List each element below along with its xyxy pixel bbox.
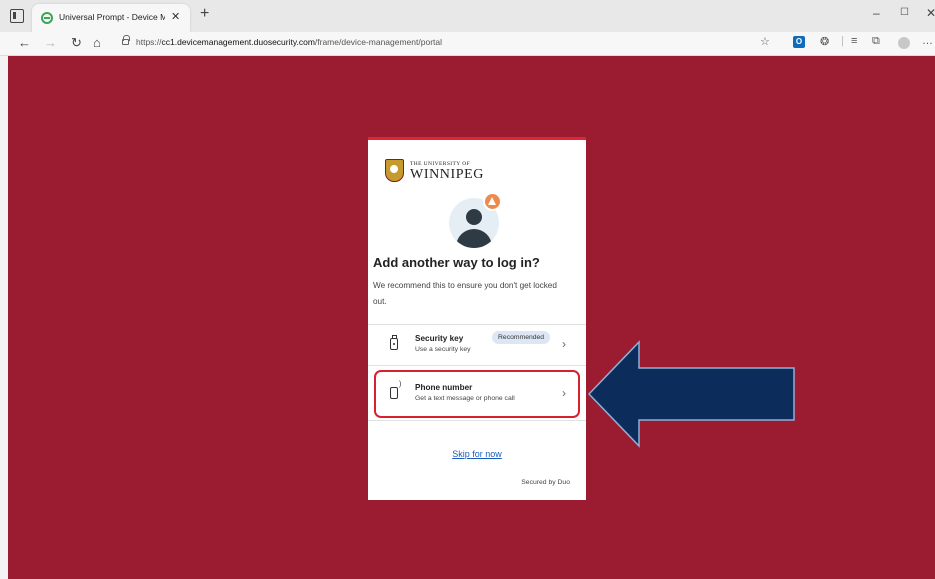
pointer-arrow-icon [587,340,795,448]
option-subtitle: Use a security key [415,346,471,353]
arrow-shape [587,340,795,448]
option-label: Security key [415,334,464,343]
divider [368,365,586,366]
browser-window: Universal Prompt - Device Mana ✕ + – ☐ ✕… [0,0,935,579]
profile-avatar-icon[interactable] [898,37,910,49]
avatar-body [456,229,492,248]
address-bar[interactable]: https://cc1.devicemanagement.duosecurity… [114,34,734,53]
forward-arrow-icon[interactable]: → [44,35,57,50]
new-tab-button[interactable]: + [200,5,209,23]
tab-strip: Universal Prompt - Device Mana ✕ + – ☐ ✕ [0,0,935,32]
url-text: https://cc1.devicemanagement.duosecurity… [136,37,442,47]
home-icon[interactable]: ⌂ [93,35,101,50]
recommended-badge: Recommended [492,331,551,344]
chevron-right-icon: › [562,337,566,351]
lock-icon [122,35,130,45]
favorites-list-icon[interactable]: ≡ [851,35,857,47]
skip-for-now-link[interactable]: Skip for now [368,449,586,459]
prompt-description: We recommend this to ensure you don't ge… [373,281,557,306]
maximize-button[interactable]: ☐ [900,7,909,18]
collections-icon[interactable]: ⧉ [872,35,880,48]
toolbar-divider: | [841,35,844,47]
more-menu-icon[interactable]: … [922,35,933,47]
tab-title: Universal Prompt - Device Mana [59,12,165,22]
duo-favicon-icon [41,12,53,24]
warning-icon [483,192,502,211]
minimize-button[interactable]: – [873,6,880,20]
browser-tab[interactable]: Universal Prompt - Device Mana ✕ [32,4,190,32]
logo-title: WINNIPEG [410,167,485,182]
secured-by-duo: Secured by Duo [521,479,570,486]
page-background: THE UNIVERSITY OF WINNIPEG Add another w… [8,56,935,579]
close-window-button[interactable]: ✕ [926,6,935,20]
tab-close-icon[interactable]: ✕ [171,10,180,23]
avatar-head [466,209,482,225]
university-crest-icon [385,159,404,182]
security-key-icon [390,335,398,350]
duo-prompt-card: THE UNIVERSITY OF WINNIPEG Add another w… [368,137,586,500]
refresh-icon[interactable]: ↻ [71,35,82,51]
phone-option-highlight [374,370,580,418]
divider [368,420,586,421]
favorite-star-icon[interactable]: ☆ [760,35,770,48]
tab-actions-icon[interactable] [10,9,24,23]
university-logo: THE UNIVERSITY OF WINNIPEG [385,159,495,185]
divider [368,324,586,325]
back-arrow-icon[interactable]: ← [18,35,31,50]
extensions-icon[interactable]: ❂ [820,35,829,48]
security-key-option[interactable]: Security key Recommended Use a security … [382,327,570,363]
outlook-extension-icon[interactable]: O [793,36,805,48]
prompt-title: Add another way to log in? [373,255,540,270]
